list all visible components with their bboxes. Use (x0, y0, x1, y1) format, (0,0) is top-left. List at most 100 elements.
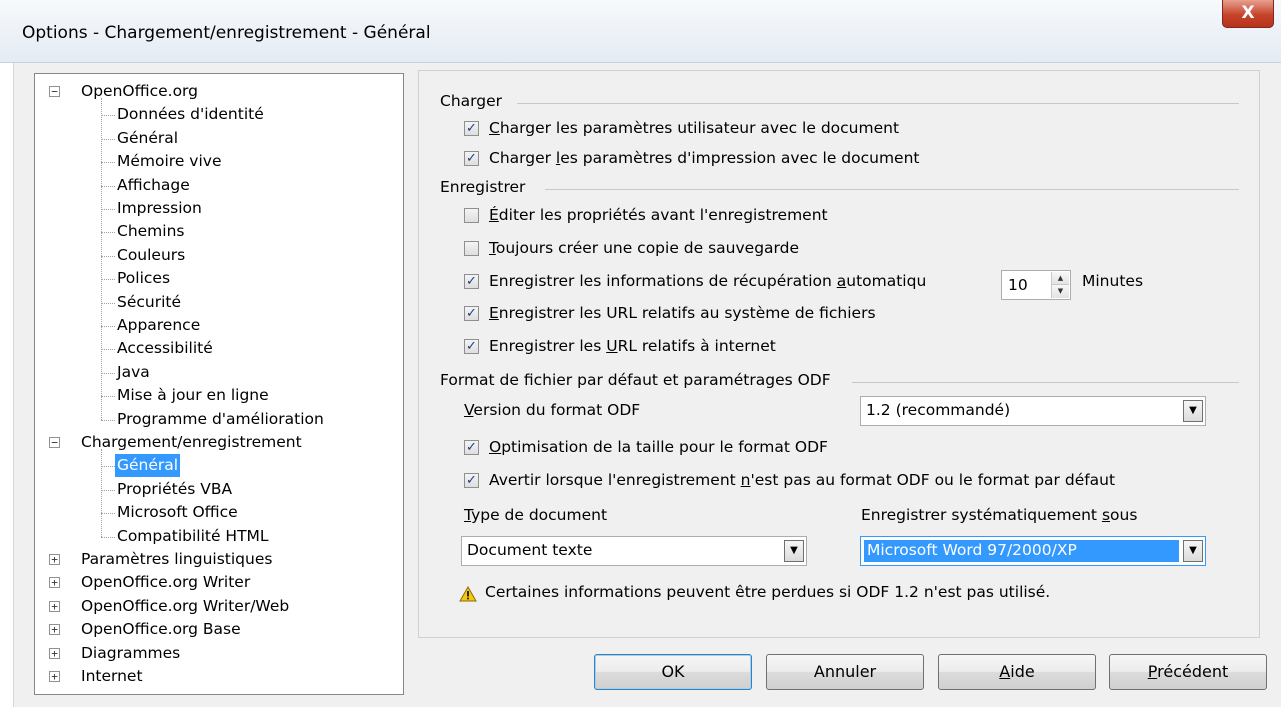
tree-leaf[interactable]: Accessibilité (35, 337, 403, 360)
tree-connector (101, 536, 115, 538)
tree-node[interactable]: + Paramètres linguistiques (35, 548, 403, 571)
tree-node-label[interactable]: OpenOffice.org Base (81, 618, 241, 641)
tree-leaf[interactable]: Programme d'amélioration (35, 408, 403, 431)
checkbox-label[interactable]: Enregistrer les URL relatifs à internet (489, 335, 776, 357)
tree-leaf-label[interactable]: Impression (117, 197, 202, 220)
tree-leaf[interactable]: Microsoft Office (35, 501, 403, 524)
checkbox-label[interactable]: Enregistrer les URL relatifs au système … (489, 302, 876, 324)
ok-button[interactable]: OK (594, 654, 752, 690)
warning-message: Certaines informations peuvent être perd… (485, 583, 1051, 601)
checkbox-checked-icon[interactable] (464, 303, 479, 325)
tree-node-label[interactable]: OpenOffice.org Writer (81, 571, 250, 594)
tree-leaf[interactable]: Mise à jour en ligne (35, 384, 403, 407)
collapse-icon[interactable]: − (49, 437, 60, 448)
tree-leaf[interactable]: Général (35, 454, 403, 478)
checkbox-label[interactable]: Éditer les propriétés avant l'enregistre… (489, 204, 828, 226)
help-button[interactable]: Aide (938, 654, 1096, 690)
checkbox-unchecked-icon[interactable] (464, 241, 479, 256)
tree-leaf[interactable]: Général (35, 127, 403, 150)
tree-leaf[interactable]: Java (35, 361, 403, 384)
tree-leaf[interactable]: Propriétés VBA (35, 478, 403, 501)
tree-leaf[interactable]: Apparence (35, 314, 403, 337)
tree-leaf-label-selected[interactable]: Général (115, 454, 181, 478)
tree-leaf-label[interactable]: Polices (117, 267, 170, 290)
expand-icon[interactable]: + (49, 554, 60, 565)
tree-leaf-label[interactable]: Accessibilité (117, 337, 213, 360)
collapse-icon[interactable]: − (49, 86, 60, 97)
checkbox-unchecked-icon[interactable] (464, 208, 479, 223)
tree-leaf-label[interactable]: Java (117, 361, 150, 384)
tree-leaf-label[interactable]: Sécurité (117, 291, 181, 314)
spin-arrows-icon[interactable]: ▲ ▼ (1051, 272, 1069, 298)
tree-node[interactable]: + OpenOffice.org Base (35, 618, 403, 641)
checkbox-checked-icon[interactable] (464, 437, 479, 459)
chevron-down-icon[interactable]: ▼ (784, 540, 804, 562)
tree-node[interactable]: + Diagrammes (35, 642, 403, 665)
label-text: es paramètres d'impression avec le docum… (560, 149, 920, 167)
checkbox-checked-icon[interactable] (464, 148, 479, 170)
tree-leaf-label[interactable]: Microsoft Office (117, 501, 238, 524)
tree-node-label[interactable]: Chargement/enregistrement (81, 431, 302, 454)
expand-icon[interactable]: + (49, 647, 60, 659)
tree-node[interactable]: − Chargement/enregistrement (35, 431, 403, 454)
checkbox-checked-icon[interactable] (464, 470, 479, 492)
tree-leaf[interactable]: Sécurité (35, 291, 403, 314)
expand-icon[interactable]: + (49, 577, 60, 589)
tree-leaf-label[interactable]: Apparence (117, 314, 200, 337)
checkbox-checked-icon[interactable] (464, 118, 479, 140)
tree-leaf[interactable]: Impression (35, 197, 403, 220)
checkbox-label[interactable]: Avertir lorsque l'enregistrement n'est p… (489, 469, 1115, 491)
checkbox-checked-icon[interactable] (464, 271, 479, 293)
document-type-select[interactable]: Document texte ▼ (461, 536, 807, 566)
tree-node[interactable]: − OpenOffice.org (35, 80, 403, 103)
tree-leaf-label[interactable]: Mémoire vive (117, 150, 221, 173)
tree-connector (101, 279, 115, 281)
spin-up-button[interactable]: ▲ (1052, 272, 1069, 285)
tree-node[interactable]: + OpenOffice.org Writer/Web (35, 595, 403, 618)
tree-leaf[interactable]: Données d'identité (35, 103, 403, 126)
tree-leaf[interactable]: Couleurs (35, 244, 403, 267)
tree-leaf-label[interactable]: Compatibilité HTML (117, 525, 269, 548)
options-tree[interactable]: − OpenOffice.org Données d'identité Général… (34, 73, 404, 695)
tree-node-label[interactable]: Paramètres linguistiques (81, 548, 272, 571)
autorecovery-minutes-spinner[interactable]: 10 ▲ ▼ (1001, 270, 1071, 300)
cancel-button[interactable]: Annuler (766, 654, 924, 690)
tree-leaf[interactable]: Compatibilité HTML (35, 525, 403, 548)
tree-node[interactable]: + OpenOffice.org Writer (35, 571, 403, 594)
tree-leaf[interactable]: Mémoire vive (35, 150, 403, 173)
label-text: diter les propriétés avant l'enregistrem… (498, 206, 828, 224)
checkbox-label[interactable]: Optimisation de la taille pour le format… (489, 436, 828, 458)
tree-leaf-label[interactable]: Général (117, 127, 178, 150)
checkbox-label[interactable]: Enregistrer les informations de récupéra… (489, 270, 926, 292)
odf-version-select[interactable]: 1.2 (recommandé) ▼ (860, 396, 1206, 426)
checkbox-label[interactable]: Toujours créer une copie de sauvegarde (489, 237, 799, 259)
tree-leaf-label[interactable]: Données d'identité (117, 103, 264, 126)
tree-node-label[interactable]: OpenOffice.org (81, 80, 198, 103)
tree-leaf-label[interactable]: Couleurs (117, 244, 185, 267)
tree-leaf[interactable]: Polices (35, 267, 403, 290)
chevron-down-icon[interactable]: ▼ (1183, 540, 1203, 562)
tree-leaf-label[interactable]: Propriétés VBA (117, 478, 232, 501)
always-save-as-select[interactable]: Microsoft Word 97/2000/XP ▼ (860, 536, 1206, 566)
checkbox-label[interactable]: Charger les paramètres utilisateur avec … (489, 117, 899, 139)
expand-icon[interactable]: + (49, 600, 60, 612)
tree-leaf-label[interactable]: Programme d'amélioration (117, 408, 324, 431)
tree-leaf-label[interactable]: Mise à jour en ligne (117, 384, 269, 407)
tree-node-label[interactable]: Internet (81, 665, 143, 688)
expand-icon[interactable]: + (49, 671, 60, 682)
tree-node-label[interactable]: OpenOffice.org Writer/Web (81, 595, 289, 618)
tree-node[interactable]: + Internet (35, 665, 403, 688)
tree-node-label[interactable]: Diagrammes (81, 642, 180, 665)
checkbox-label[interactable]: Charger les paramètres d'impression avec… (489, 147, 920, 169)
tree-connector (101, 98, 102, 420)
checkbox-checked-icon[interactable] (464, 336, 479, 358)
tree-leaf[interactable]: Affichage (35, 174, 403, 197)
close-button[interactable]: X (1222, 0, 1274, 28)
spin-down-button[interactable]: ▼ (1052, 285, 1069, 298)
chevron-down-icon[interactable]: ▼ (1183, 400, 1203, 422)
tree-leaf-label[interactable]: Chemins (117, 220, 185, 243)
tree-leaf[interactable]: Chemins (35, 220, 403, 243)
expand-icon[interactable]: + (49, 624, 60, 636)
back-button[interactable]: Précédent (1109, 654, 1267, 690)
tree-leaf-label[interactable]: Affichage (117, 174, 190, 197)
